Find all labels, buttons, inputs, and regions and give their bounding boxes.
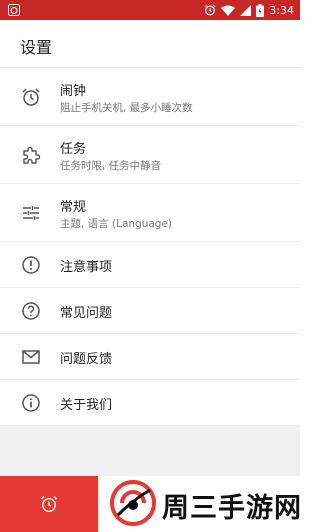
menu-item-title: 常规 [60,200,87,215]
puzzle-icon [20,144,42,166]
menu-item-general[interactable]: 常规 主题, 语言 (Language) [0,184,300,242]
menu-item-subtitle: 阻止手机关机, 最多小睡次数 [60,102,193,114]
menu-item-title: 常见问题 [60,306,113,321]
menu-item-subtitle: 主题, 语言 (Language) [60,218,173,230]
menu-item-feedback[interactable]: 问题反馈 [0,334,300,380]
wifi-icon [221,5,236,16]
sliders-icon [20,202,42,224]
menu-item-title: 闹钟 [60,84,87,99]
status-time: 3:34 [269,3,294,17]
menu-item-alarm[interactable]: 闹钟 阻止手机关机, 最多小睡次数 [0,68,300,126]
header: 设置 [0,20,300,68]
menu-item-about[interactable]: 关于我们 [0,380,300,426]
page-title: 设置 [20,38,53,57]
info-icon [20,392,42,414]
alarm-clock-icon [20,86,42,108]
menu-item-title: 注意事项 [60,260,113,275]
watermark-text: 周三手游网 [162,493,302,524]
menu-item-title: 关于我们 [60,398,113,413]
mail-icon [20,346,42,368]
watermark-logo [110,480,156,526]
battery-icon [256,3,265,17]
exclamation-icon [20,254,42,276]
menu-item-faq[interactable]: 常见问题 [0,288,300,334]
empty-area [0,426,300,476]
alarm-clock-icon [41,496,57,513]
watermark: 周三手游网 [100,476,302,532]
bottom-bar: 周三手游网 [0,476,302,532]
status-bar: 3:34 [0,0,300,20]
question-icon [20,300,42,322]
settings-menu: 闹钟 阻止手机关机, 最多小睡次数 任务 任务时限, 任务中静音 常规 主题, … [0,68,300,426]
alarm-tab-button[interactable] [0,476,98,532]
menu-item-subtitle: 任务时限, 任务中静音 [60,160,162,172]
menu-item-title: 问题反馈 [60,352,113,367]
menu-item-notes[interactable]: 注意事项 [0,242,300,288]
alarm-clock-icon [8,4,20,16]
alarm-icon [204,4,216,16]
signal-icon [240,4,252,16]
menu-item-task[interactable]: 任务 任务时限, 任务中静音 [0,126,300,184]
menu-item-title: 任务 [60,142,87,157]
